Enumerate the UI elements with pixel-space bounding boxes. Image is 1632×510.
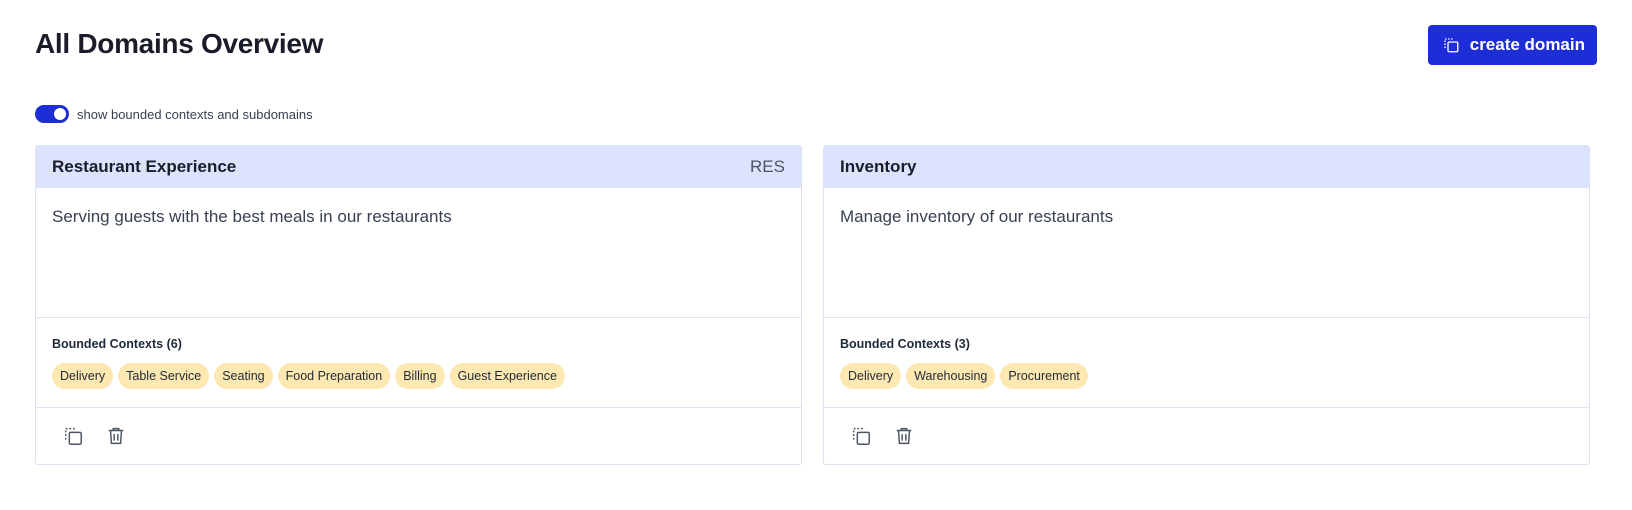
page-header: All Domains Overview create domain xyxy=(35,0,1597,96)
context-chip[interactable]: Food Preparation xyxy=(277,363,391,389)
domain-cards: Restaurant Experience RES Serving guests… xyxy=(35,145,1597,465)
create-domain-label: create domain xyxy=(1469,35,1585,54)
delete-button[interactable] xyxy=(892,424,916,448)
copy-button[interactable] xyxy=(61,424,85,448)
card-header[interactable]: Inventory xyxy=(824,146,1589,188)
card-actions xyxy=(36,408,801,464)
context-chip[interactable]: Seating xyxy=(214,363,273,389)
bounded-contexts-title: Bounded Contexts (3) xyxy=(840,337,970,351)
bounded-contexts-section: Bounded Contexts (6) Delivery Table Serv… xyxy=(36,318,801,408)
trash-icon xyxy=(108,427,124,445)
context-chip[interactable]: Delivery xyxy=(52,363,114,389)
page-title: All Domains Overview xyxy=(35,28,324,59)
card-header[interactable]: Restaurant Experience RES xyxy=(36,146,801,188)
trash-icon xyxy=(896,427,912,445)
context-chip[interactable]: Table Service xyxy=(118,363,210,389)
context-chip[interactable]: Procurement xyxy=(1000,363,1088,389)
copy-icon xyxy=(1444,38,1459,53)
context-chip[interactable]: Guest Experience xyxy=(449,363,565,389)
card-actions xyxy=(824,408,1589,464)
domain-name[interactable]: Inventory xyxy=(840,157,917,177)
copy-icon xyxy=(64,427,82,445)
toggle-row: show bounded contexts and subdomains xyxy=(35,102,1597,126)
domain-description: Serving guests with the best meals in ou… xyxy=(36,188,801,318)
bounded-contexts-section: Bounded Contexts (3) Delivery Warehousin… xyxy=(824,318,1589,408)
bounded-contexts-toggle[interactable] xyxy=(35,105,69,123)
context-chip[interactable]: Delivery xyxy=(840,363,902,389)
domain-name[interactable]: Restaurant Experience xyxy=(52,157,236,177)
context-chip[interactable]: Billing xyxy=(395,363,445,389)
create-domain-button[interactable]: create domain xyxy=(1427,25,1597,65)
context-chips: Delivery Warehousing Procurement xyxy=(840,363,1573,389)
domain-card: Restaurant Experience RES Serving guests… xyxy=(35,145,802,465)
context-chip[interactable]: Warehousing xyxy=(906,363,996,389)
domain-card: Inventory Manage inventory of our restau… xyxy=(823,145,1590,465)
domain-abbreviation: RES xyxy=(750,157,785,176)
toggle-label: show bounded contexts and subdomains xyxy=(77,106,313,122)
context-chips: Delivery Table Service Seating Food Prep… xyxy=(52,363,785,389)
copy-icon xyxy=(852,427,870,445)
bounded-contexts-title: Bounded Contexts (6) xyxy=(52,337,182,351)
copy-button[interactable] xyxy=(849,424,873,448)
page: All Domains Overview create domain show … xyxy=(0,0,1632,510)
delete-button[interactable] xyxy=(104,424,128,448)
domain-description: Manage inventory of our restaurants xyxy=(824,188,1589,318)
toggle-knob xyxy=(54,108,66,120)
